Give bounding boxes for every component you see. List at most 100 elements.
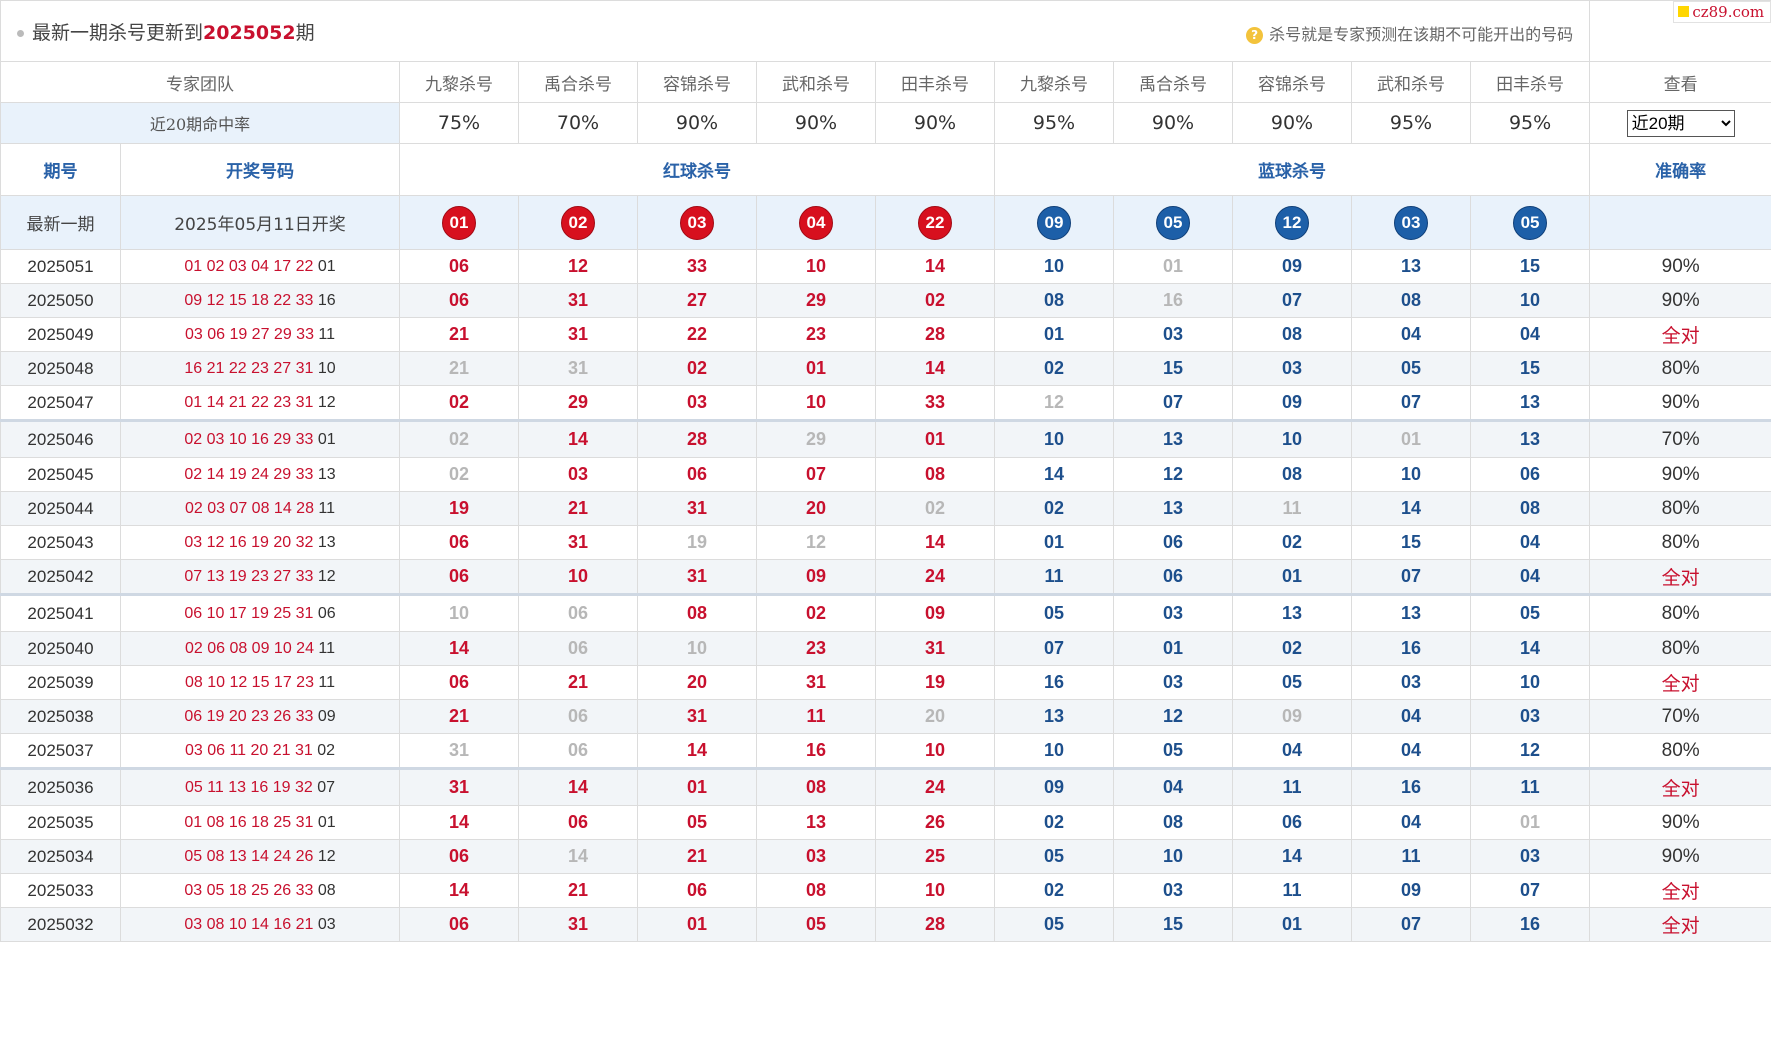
red-kill-number: 03: [637, 385, 757, 421]
red-kill-number: 14: [399, 631, 519, 666]
blue-kill-number: 02: [994, 873, 1114, 908]
red-ball: 02: [561, 205, 595, 240]
draw-blue-number: 03: [317, 915, 336, 933]
blue-kill-number: 16: [1469, 907, 1591, 942]
red-kill-number: 02: [637, 351, 757, 386]
blue-kill-number: 09: [994, 767, 1114, 806]
blue-kill-number: 10: [994, 249, 1114, 284]
red-kill-number: 19: [875, 665, 995, 700]
draw-red-numbers: 01 08 16 18 25 31: [184, 813, 314, 831]
blue-kill-number: 11: [1351, 839, 1471, 874]
latest-red-kill-cell: 03: [637, 195, 757, 250]
red-kill-number: 11: [756, 699, 876, 734]
draw-blue-number: 13: [317, 465, 336, 483]
draw-red-numbers: 09 12 15 18 22 33: [184, 291, 314, 309]
red-kill-number: 20: [875, 699, 995, 734]
red-kill-number: 31: [518, 283, 638, 318]
blue-kill-number: 02: [994, 805, 1114, 840]
blue-kill-number: 11: [1232, 767, 1352, 806]
draw-red-numbers: 01 14 21 22 23 31: [184, 393, 314, 411]
blue-kill-number: 04: [1469, 559, 1591, 595]
blue-kill-number: 05: [1469, 593, 1591, 632]
hit-rate-label: 近20期命中率: [0, 102, 400, 144]
blue-kill-number: 13: [1351, 249, 1471, 284]
draw-numbers: 02 14 19 24 29 33 13: [120, 457, 400, 492]
blue-kill-number: 07: [994, 631, 1114, 666]
draw-red-numbers: 02 03 07 08 14 28: [184, 499, 314, 517]
red-ball: 03: [680, 205, 714, 240]
red-kill-number: 28: [875, 317, 995, 352]
blue-kill-number: 13: [1113, 419, 1233, 458]
draw-numbers: 03 06 11 20 21 31 02: [120, 733, 400, 769]
draw-blue-number: 01: [317, 813, 336, 831]
red-kill-number: 31: [518, 351, 638, 386]
issue-number: 2025044: [0, 491, 121, 526]
red-kill-number: 23: [756, 631, 876, 666]
section-header-row: 期号 开奖号码 红球杀号 蓝球杀号 准确率: [0, 143, 1771, 196]
red-kill-number: 08: [756, 873, 876, 908]
blue-kill-number: 11: [1469, 767, 1591, 806]
period-select[interactable]: 近20期: [1626, 109, 1735, 137]
blue-kill-number: 15: [1469, 249, 1591, 284]
table-row: 2025036 05 11 13 16 19 32 07 31 14 01 08 24 09 0…: [0, 767, 1771, 806]
blue-kill-number: 06: [1232, 805, 1352, 840]
table-row: 2025040 02 06 08 09 10 24 11 14 06 10 23 31 07 0…: [0, 631, 1771, 666]
draw-blue-number: 10: [317, 359, 336, 377]
blue-kill-number: 01: [1232, 559, 1352, 595]
blue-kill-number: 04: [1351, 317, 1471, 352]
red-kill-number: 01: [756, 351, 876, 386]
red-kill-number: 08: [875, 457, 995, 492]
accuracy-value: 80%: [1589, 525, 1771, 560]
draw-blue-number: 06: [317, 604, 336, 622]
red-kill-number: 23: [756, 317, 876, 352]
blue-kill-number: 08: [994, 283, 1114, 318]
latest-red-kill-cell: 01: [399, 195, 519, 250]
blue-kill-number: 16: [1351, 767, 1471, 806]
bullet-icon: [17, 29, 24, 37]
period-select-cell: 近20期: [1589, 102, 1771, 144]
blue-kill-number: 07: [1469, 873, 1591, 908]
title-suffix: 期: [295, 21, 315, 44]
site-logo[interactable]: cz89.com: [1673, 1, 1771, 23]
table-row: 2025041 06 10 17 19 25 31 06 10 06 08 02 09 05 0…: [0, 593, 1771, 632]
draw-red-numbers: 16 21 22 23 27 31: [184, 359, 314, 377]
issue-number: 2025046: [0, 419, 121, 458]
issue-number: 2025050: [0, 283, 121, 318]
blue-kill-number: 10: [1232, 419, 1352, 458]
blue-ball: 05: [1513, 205, 1548, 240]
draw-numbers: 01 14 21 22 23 31 12: [120, 385, 400, 421]
red-kill-number: 10: [875, 733, 995, 769]
draw-blue-number: 09: [317, 707, 336, 725]
table-row: 2025043 03 12 16 19 20 32 13 06 31 19 12 14 01 0…: [0, 525, 1771, 560]
blue-kill-number: 01: [1469, 805, 1591, 840]
blue-kill-number: 08: [1351, 283, 1471, 318]
table-row: 2025049 03 06 19 27 29 33 11 21 31 22 23 28 01 0…: [0, 317, 1771, 352]
blue-kill-number: 02: [994, 491, 1114, 526]
blue-kill-number: 06: [1113, 525, 1233, 560]
blue-kill-number: 15: [1351, 525, 1471, 560]
expert-header-2: 容锦杀号: [637, 61, 757, 103]
latest-red-kill-cell: 22: [875, 195, 995, 250]
question-icon: ?: [1246, 27, 1264, 44]
draw-blue-number: 01: [317, 430, 336, 448]
red-kill-number: 03: [518, 457, 638, 492]
blue-kill-number: 05: [994, 593, 1114, 632]
issue-header: 期号: [0, 143, 121, 196]
red-kill-number: 22: [637, 317, 757, 352]
blue-kill-number: 13: [1232, 593, 1352, 632]
blue-kill-header: 蓝球杀号: [993, 143, 1591, 196]
blue-kill-number: 10: [1469, 665, 1591, 700]
draw-blue-number: 11: [318, 673, 336, 691]
red-kill-number: 06: [399, 249, 519, 284]
draw-red-numbers: 08 10 12 15 17 23: [184, 673, 314, 691]
title-bar: 最新一期杀号更新到2025052期 ? 杀号就是专家预测在该期不可能开出的号码: [0, 0, 1591, 62]
blue-kill-number: 12: [1469, 733, 1591, 769]
red-kill-number: 25: [875, 839, 995, 874]
red-ball: 04: [799, 205, 833, 240]
blue-kill-number: 15: [1469, 351, 1591, 386]
red-kill-number: 08: [756, 767, 876, 806]
expert-header-9: 田丰杀号: [1469, 61, 1591, 103]
hit-rate-value-3: 90%: [756, 102, 876, 144]
red-kill-number: 28: [637, 419, 757, 458]
red-kill-number: 10: [756, 385, 876, 421]
